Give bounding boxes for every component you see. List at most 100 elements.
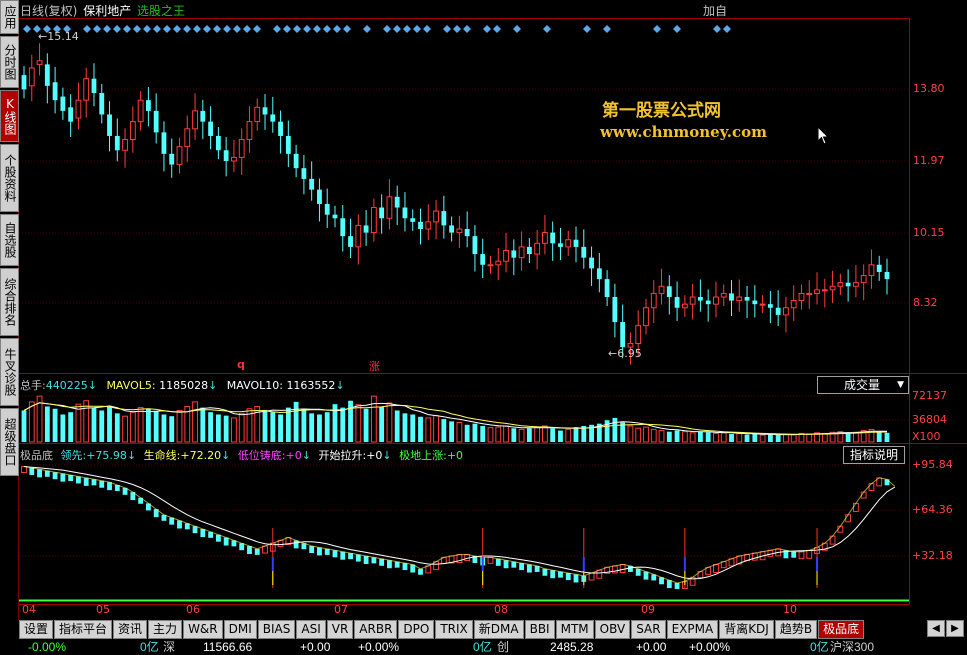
tab-19[interactable]: 趋势B (774, 620, 818, 639)
indicator-bar (394, 561, 400, 568)
tab-4[interactable]: W&R (183, 620, 223, 639)
sidebar-item-1[interactable]: 分时图 (0, 36, 19, 88)
volume-bar (44, 406, 50, 442)
volume-bar (169, 416, 175, 442)
volume-bar (75, 403, 82, 443)
volume-bar (137, 407, 144, 443)
candle-body (68, 107, 74, 122)
candle-body (681, 303, 688, 309)
tab-15[interactable]: OBV (594, 620, 631, 639)
signal-blue-mark (683, 557, 686, 571)
volume-bar (689, 432, 696, 443)
indicator-bar (868, 483, 875, 492)
indicator-bar (558, 571, 563, 578)
tab-3[interactable]: 主力 (148, 620, 183, 639)
tab-16[interactable]: SAR (631, 620, 666, 639)
volume-indicator-select[interactable]: 成交量 ▼ (817, 376, 909, 394)
indicator-bar (519, 563, 524, 571)
formula-name[interactable]: 选股之王 (137, 4, 185, 18)
tab-scroll-left-button[interactable]: ◀ (927, 620, 945, 637)
indicator-bar (37, 469, 42, 478)
volume-bar (821, 432, 828, 443)
tab-18[interactable]: 背离KDJ (719, 620, 774, 639)
sidebar-item-5[interactable]: 综合排名 (0, 268, 19, 336)
ind-rise-value: +0 (366, 449, 383, 462)
candle-body (534, 242, 541, 255)
chart-header: 日线(复权) 保利地产 选股之王 (20, 2, 185, 19)
tab-12[interactable]: 新DMA (473, 620, 524, 639)
volume-bar (650, 428, 657, 443)
volume-bar (852, 431, 859, 443)
tab-20[interactable]: 极品底 (818, 620, 865, 639)
indicator-explain-button[interactable]: 指标说明 (843, 446, 906, 464)
candle-body (75, 99, 82, 119)
indicator-bar (596, 569, 603, 579)
tab-2[interactable]: 资讯 (113, 620, 148, 639)
tab-0[interactable]: 设置 (19, 620, 54, 639)
candle-body (837, 282, 844, 287)
volume-bar (28, 401, 35, 443)
sidebar-item-7[interactable]: 超级盘口 (0, 408, 19, 476)
sidebar-item-3[interactable]: 个股资料 (0, 144, 19, 212)
volume-bar (783, 433, 789, 443)
candle-body (21, 75, 27, 90)
volume-bar (729, 433, 734, 442)
candle-body (456, 228, 463, 234)
volume-bar (402, 413, 408, 442)
arrow-down-icon: ↓ (87, 379, 97, 392)
tab-13[interactable]: BBI (524, 620, 555, 639)
tab-9[interactable]: ARBR (354, 620, 398, 639)
sidebar-item-4[interactable]: 自选股 (0, 214, 19, 266)
indicator-bar (503, 560, 509, 569)
sidebar-item-0[interactable]: 应用 (0, 0, 19, 34)
ind-lead-label: 领先: (60, 449, 87, 462)
candle-body (114, 135, 120, 151)
volume-bar (744, 434, 750, 442)
indicator-bar (99, 480, 105, 488)
indicator-bar (177, 520, 182, 529)
idx3-amount: 0亿 (810, 640, 829, 654)
idx2-name: 深 (163, 640, 176, 654)
x-axis-08: 08 (494, 603, 508, 616)
indicator-bar (791, 551, 797, 558)
tab-11[interactable]: TRIX (435, 620, 473, 639)
indicator-bar (573, 574, 579, 583)
tab-10[interactable]: DPO (398, 620, 435, 639)
tab-1[interactable]: 指标平台 (54, 620, 113, 639)
indicator-bar (332, 550, 338, 558)
tab-scroll-right-button[interactable]: ▶ (946, 620, 964, 637)
candle-body (60, 96, 66, 111)
candle-body (472, 236, 478, 255)
tab-14[interactable]: MTM (555, 620, 594, 639)
volume-bar (705, 432, 711, 442)
candle-body (558, 243, 563, 247)
kline-chart[interactable] (19, 0, 967, 620)
add-watchlist-label[interactable]: 加自 (703, 2, 727, 19)
sidebar-item-2[interactable]: K线图 (0, 90, 19, 142)
price-mark-q: q (237, 358, 245, 371)
candle-body (713, 296, 719, 305)
sidebar-item-6[interactable]: 牛叉诊股 (0, 338, 19, 406)
tab-8[interactable]: VR (326, 620, 354, 639)
candle-body (386, 196, 393, 219)
tab-7[interactable]: ASI (296, 620, 326, 639)
candle-body (752, 300, 758, 305)
tab-6[interactable]: BIAS (257, 620, 296, 639)
volume-bar (456, 422, 463, 443)
candle-body (161, 132, 167, 154)
price-axis-1: 13.80 (913, 82, 945, 95)
indicator-tab-bar: 设置 指标平台 资讯 主力 W&R DMI BIAS ASI VR ARBR DPO TRIX 新DMA… (19, 620, 967, 639)
candle-body (238, 139, 245, 158)
volume-bar (309, 413, 315, 442)
candle-body (433, 210, 439, 223)
indicator-bar (550, 570, 556, 579)
indicator-bar (511, 561, 517, 568)
candle-body (231, 156, 237, 162)
volume-bar (161, 414, 167, 442)
volume-bar (487, 427, 494, 443)
indicator-bar (317, 547, 322, 556)
candle-body (441, 211, 447, 226)
tab-17[interactable]: EXPMA (666, 620, 719, 639)
candle-body (666, 286, 672, 297)
tab-5[interactable]: DMI (223, 620, 257, 639)
